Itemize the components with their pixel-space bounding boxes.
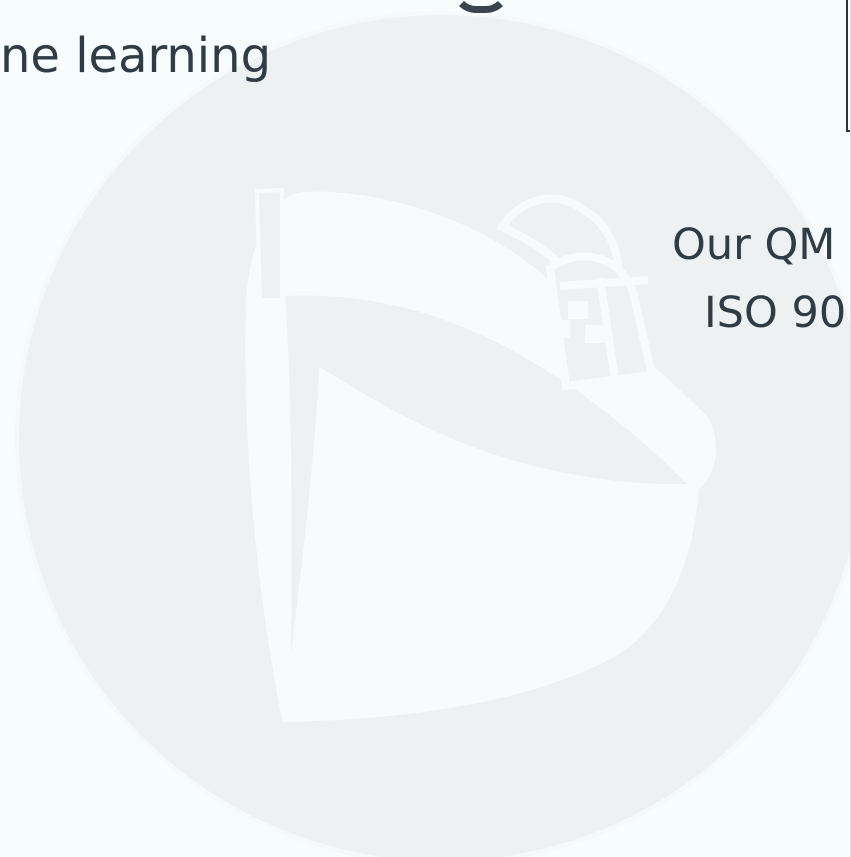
right-text-line-1: Our QM <box>672 220 836 270</box>
right-text-line-2: ISO 90 <box>704 288 847 338</box>
top-text: ne learning <box>0 28 272 84</box>
page: ne learning Our QM ISO 90 <box>0 0 851 857</box>
ship-watermark-icon <box>15 11 851 857</box>
